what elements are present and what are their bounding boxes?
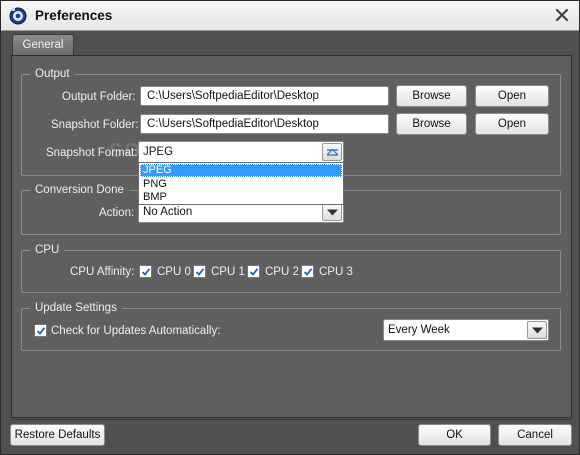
snapshot-format-dropdown-button[interactable] [322,143,342,161]
cpu-affinity-label: CPU Affinity: [70,266,135,278]
checkmark-icon [249,268,259,276]
chevron-up-icon [327,149,338,156]
conversion-done-group-title: Conversion Done [30,183,129,197]
window-title: Preferences [35,8,113,23]
cpu0-checkbox[interactable] [139,265,152,278]
app-icon [9,7,27,25]
option-bmp[interactable]: BMP [140,191,342,204]
output-folder-label: Output Folder: [62,91,136,103]
update-frequency-dropdown-button[interactable] [527,321,547,339]
action-dropdown-button[interactable] [322,203,342,221]
close-icon[interactable] [553,6,571,24]
snapshot-browse-button[interactable]: Browse [396,113,467,135]
ok-button[interactable]: OK [418,424,491,446]
output-folder-field[interactable]: C:\Users\SoftpediaEditor\Desktop [140,86,389,106]
check-updates-label: Check for Updates Automatically: [51,325,221,337]
update-frequency-value: Every Week [388,324,450,336]
snapshot-format-dropdown-list: JPEG PNG BMP [138,162,344,205]
restore-defaults-button[interactable]: Restore Defaults [10,424,105,446]
output-browse-button[interactable]: Browse [396,85,467,107]
title-bar: Preferences [1,1,579,31]
tab-general[interactable]: General [12,34,74,56]
snapshot-format-select[interactable]: JPEG [138,141,344,163]
snapshot-format-label: Snapshot Format: [46,147,138,159]
cpu1-checkbox[interactable] [193,265,206,278]
update-settings-group-title: Update Settings [30,301,122,315]
action-label: Action: [99,207,135,219]
cpu3-label: CPU 3 [319,266,353,278]
output-open-button[interactable]: Open [475,85,549,107]
cpu-group-title: CPU [30,243,65,257]
snapshot-folder-label: Snapshot Folder: [51,119,139,131]
option-png[interactable]: PNG [140,178,342,191]
action-value: No Action [143,206,193,218]
checkmark-icon [303,268,313,276]
cpu2-label: CPU 2 [265,266,299,278]
option-jpeg[interactable]: JPEG [140,164,342,177]
snapshot-open-button[interactable]: Open [475,113,549,135]
update-frequency-select[interactable]: Every Week [383,319,549,341]
chevron-down-icon [532,327,543,334]
snapshot-format-value: JPEG [143,146,174,158]
cpu0-label: CPU 0 [157,266,191,278]
checkmark-icon [195,268,205,276]
chevron-down-icon [327,209,338,216]
snapshot-folder-field[interactable]: C:\Users\SoftpediaEditor\Desktop [140,114,389,134]
checkmark-icon [141,268,151,276]
cpu1-label: CPU 1 [211,266,245,278]
footer-divider [11,419,572,420]
checkmark-icon [36,327,46,335]
cancel-button[interactable]: Cancel [498,424,572,446]
preferences-window: Preferences General Output Output Folder… [0,0,580,455]
output-group-title: Output [30,67,75,81]
cpu3-checkbox[interactable] [301,265,314,278]
check-updates-checkbox[interactable] [34,324,47,337]
cpu2-checkbox[interactable] [247,265,260,278]
